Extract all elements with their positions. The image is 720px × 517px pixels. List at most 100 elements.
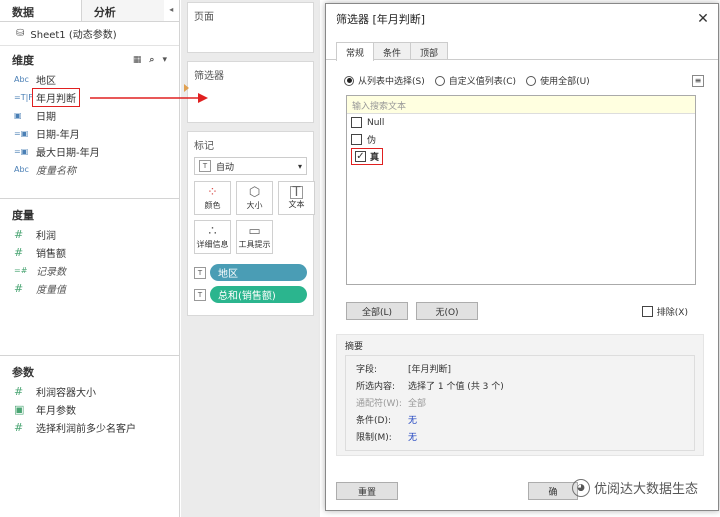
dropdown-icon[interactable]: ▾ — [162, 55, 167, 65]
value-label: 真 — [370, 153, 380, 163]
field-measure-values[interactable]: # 度量值 — [0, 279, 179, 297]
tooltip-icon: ▭ — [248, 223, 261, 239]
close-icon[interactable]: ✕ — [688, 11, 718, 27]
parameters-header: 参数 — [0, 356, 179, 382]
tab-analysis[interactable]: 分析 — [81, 0, 164, 21]
summary-panel: 摘要 字段: [年月判断] 所选内容: 选择了 1 个值 (共 3 个) 通配符(W… — [336, 334, 704, 456]
tab-general[interactable]: 常规 — [336, 42, 375, 61]
field-record-count[interactable]: =# 记录数 — [0, 261, 179, 279]
text-button[interactable]: T 文本 — [278, 181, 315, 215]
text-mark-icon: T — [194, 288, 206, 301]
field-sales[interactable]: # 销售额 — [0, 243, 179, 261]
summary-value: 全部 — [408, 399, 427, 409]
watermark-text: 优阅达大数据生态 — [593, 482, 698, 497]
tab-condition[interactable]: 条件 — [373, 42, 412, 59]
number-type-icon: # — [14, 420, 24, 434]
param-label: 利润容器大小 — [36, 387, 96, 399]
summary-key: 限制(M): — [356, 433, 392, 443]
checkbox[interactable] — [351, 134, 362, 145]
ok-button[interactable]: 确 — [528, 482, 578, 500]
region-pill[interactable]: 地区 — [210, 264, 307, 281]
field-label: 度量值 — [36, 284, 66, 296]
summary-box: 字段: [年月判断] 所选内容: 选择了 1 个值 (共 3 个) 通配符(W): 全… — [345, 355, 695, 451]
checkbox[interactable] — [351, 117, 362, 128]
radio-custom-list[interactable] — [434, 75, 445, 86]
view-grid-icon[interactable]: ▦ — [133, 55, 142, 65]
field-label: 记录数 — [36, 266, 66, 278]
value-list: 输入搜索文本 Null 伪 ✓ 真 — [346, 95, 696, 285]
parameters-title: 参数 — [12, 366, 34, 379]
list-menu-icon[interactable]: ≡ — [692, 74, 704, 87]
dimensions-title: 维度 — [12, 54, 34, 67]
size-icon: ⬡ — [248, 184, 261, 200]
string-type-icon: Abc — [14, 74, 29, 84]
exclude-option[interactable]: 排除(X) — [641, 305, 688, 318]
mark-type-value: 自动 — [216, 162, 235, 173]
field-label: 地区 — [36, 75, 56, 87]
select-all-button[interactable]: 全部(L) — [346, 302, 408, 320]
calc-calendar-icon: =▣ — [14, 128, 29, 138]
field-date[interactable]: ▣ 日期 — [0, 106, 179, 124]
summary-link[interactable]: 无 — [408, 413, 417, 426]
summary-key: 通配符(W): — [356, 399, 402, 409]
measures-title: 度量 — [12, 209, 34, 222]
tab-data[interactable]: 数据 — [0, 0, 82, 21]
field-label-highlighted: 年月判断 — [32, 87, 80, 107]
exclude-label: 排除(X) — [656, 307, 688, 318]
size-button[interactable]: ⬡ 大小 — [236, 181, 273, 215]
parameter-list: # 利润容器大小 ▣ 年月参数 # 选择利润前多少名客户 — [0, 382, 179, 436]
mark-type-select[interactable]: T 自动 ▾ — [194, 157, 307, 175]
exclude-checkbox[interactable] — [641, 305, 653, 317]
field-label: 销售额 — [36, 248, 66, 260]
tooltip-button[interactable]: ▭ 工具提示 — [236, 220, 273, 254]
data-source-label: Sheet1 (动态参数) — [30, 30, 117, 41]
checkbox-checked[interactable]: ✓ — [355, 151, 366, 162]
tab-top[interactable]: 顶部 — [410, 42, 449, 59]
field-measure-names[interactable]: Abc 度量名称 — [0, 160, 179, 178]
palette-icon: ⁘ — [207, 184, 218, 200]
field-label: 度量名称 — [36, 165, 76, 177]
field-label: 最大日期-年月 — [36, 147, 100, 159]
summary-key: 字段: — [356, 365, 378, 375]
pill-row: T 地区 — [188, 254, 313, 281]
sum-sales-pill[interactable]: 总和(销售额) — [210, 286, 307, 303]
marks-title: 标记 — [194, 141, 214, 152]
calc-calendar-icon: =▣ — [14, 146, 29, 156]
radio-use-all[interactable] — [526, 75, 537, 86]
number-type-icon: # — [14, 245, 24, 259]
param-profit-bin[interactable]: # 利润容器大小 — [0, 382, 179, 400]
detail-button[interactable]: ∴ 详细信息 — [194, 220, 231, 254]
select-none-button[interactable]: 无(O) — [416, 302, 478, 320]
param-yearmonth[interactable]: ▣ 年月参数 — [0, 400, 179, 418]
field-region[interactable]: Abc 地区 — [0, 70, 179, 88]
summary-row: 限制(M): 无 — [356, 428, 684, 445]
measures-header: 度量 — [0, 199, 179, 225]
field-label: 日期-年月 — [36, 129, 80, 141]
list-item-true[interactable]: ✓ 真 — [347, 148, 695, 165]
calendar-icon: ▣ — [14, 402, 25, 416]
number-type-icon: # — [14, 281, 24, 295]
color-button[interactable]: ⁘ 颜色 — [194, 181, 231, 215]
pages-shelf[interactable]: 页面 — [187, 2, 314, 53]
reset-button[interactable]: 重置 — [336, 482, 398, 500]
dialog-tabs: 常规 条件 顶部 — [326, 42, 718, 61]
summary-link[interactable]: 无 — [408, 430, 417, 443]
mark-button-label: 文本 — [288, 200, 305, 209]
radio-from-list[interactable] — [344, 75, 354, 86]
data-source[interactable]: ⛁ Sheet1 (动态参数) — [0, 22, 179, 46]
chevron-down-icon: ▾ — [297, 161, 302, 171]
summary-row: 所选内容: 选择了 1 个值 (共 3 个) — [356, 377, 684, 394]
field-profit[interactable]: # 利润 — [0, 225, 179, 243]
marks-card: 标记 T 自动 ▾ ⁘ 颜色 ⬡ 大小 T 文本 ∴ 详细信息 ▭ 工具提示 T 地区 T… — [187, 131, 315, 316]
field-date-yearmonth[interactable]: =▣ 日期-年月 — [0, 124, 179, 142]
search-icon[interactable]: ⌕ — [149, 55, 154, 65]
list-item-null[interactable]: Null — [347, 114, 695, 131]
param-top-customers[interactable]: # 选择利润前多少名客户 — [0, 418, 179, 436]
pages-title: 页面 — [194, 12, 214, 23]
data-pane: 数据 分析 ◂ ⛁ Sheet1 (动态参数) 维度 ▦ ⌕ ▾ Abc 地区 =… — [0, 0, 180, 517]
field-max-date-yearmonth[interactable]: =▣ 最大日期-年月 — [0, 142, 179, 160]
collapse-arrow-icon[interactable]: ◂ — [164, 0, 179, 21]
search-input[interactable]: 输入搜索文本 — [347, 96, 695, 114]
summary-row: 字段: [年月判断] — [356, 360, 684, 377]
list-item-false[interactable]: 伪 — [347, 131, 695, 148]
